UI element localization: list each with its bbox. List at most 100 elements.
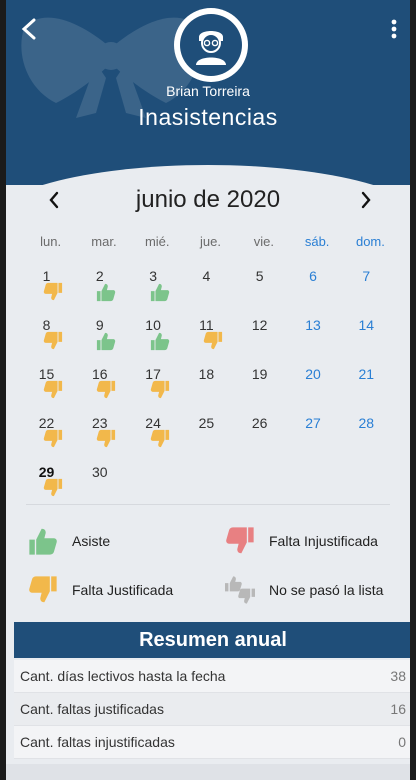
summary-row: Cant. faltas injustificadas 0 — [14, 726, 410, 759]
day-number: 25 — [198, 415, 215, 431]
day-number: 13 — [305, 317, 321, 333]
calendar-day[interactable]: 13 — [290, 313, 343, 362]
calendar-day[interactable]: 17 — [131, 362, 184, 411]
day-number: 20 — [305, 366, 321, 382]
calendar-day[interactable]: 16 — [77, 362, 130, 411]
day-number: 14 — [358, 317, 375, 333]
thumbs-down-icon — [203, 331, 222, 350]
calendar-day[interactable]: 15 — [24, 362, 77, 411]
day-number: 6 — [309, 268, 317, 284]
thumbs-down-icon — [43, 478, 63, 497]
more-vert-icon — [391, 19, 397, 39]
thumbs-down-icon — [97, 380, 116, 399]
month-label: junio de 2020 — [135, 186, 281, 213]
thumbs-up-icon — [97, 332, 116, 351]
calendar-day[interactable]: 30 — [77, 460, 130, 509]
summary-row: Cant. faltas justificadas 16 — [14, 693, 410, 726]
weekday-label: sáb. — [304, 234, 330, 249]
calendar-day[interactable]: 11 — [184, 313, 237, 362]
bottom-strip — [6, 764, 410, 780]
back-button[interactable] — [12, 12, 46, 46]
calendar-day[interactable]: 4 — [184, 264, 237, 313]
calendar-day[interactable]: 18 — [184, 362, 237, 411]
legend: Asiste Falta Injustificada Falta Justifi… — [20, 520, 400, 610]
calendar-grid: 1 2 3 4 5 6 7 8 9 10 11 12 13 14 15 16 17 18 19 20 21 22 23 24 2… — [24, 264, 396, 509]
calendar-day[interactable]: 22 — [24, 411, 77, 460]
calendar-day[interactable]: 27 — [290, 411, 343, 460]
legend-label: Asiste — [72, 533, 111, 549]
app-screen: Brian Torreira Inasistencias junio de 20… — [6, 0, 410, 780]
day-number: 28 — [358, 415, 375, 431]
summary-list: Cant. días lectivos hasta la fecha 38 Ca… — [14, 660, 410, 759]
avatar — [174, 8, 248, 82]
summary-row: Cant. días lectivos hasta la fecha 38 — [14, 660, 410, 693]
thumbs-up-icon — [97, 283, 116, 302]
calendar-day[interactable]: 25 — [184, 411, 237, 460]
day-number: 21 — [358, 366, 375, 382]
next-month-button[interactable] — [354, 186, 378, 214]
thumbs-down-icon — [150, 380, 169, 399]
calendar-day[interactable]: 2 — [77, 264, 130, 313]
summary-title: Resumen anual — [14, 622, 410, 658]
day-number: 7 — [362, 268, 371, 284]
calendar-day[interactable]: 29 — [24, 460, 77, 509]
calendar-day[interactable]: 24 — [131, 411, 184, 460]
calendar-day[interactable]: 19 — [237, 362, 290, 411]
weekday-label: jue. — [200, 234, 222, 249]
calendar-day[interactable]: 5 — [237, 264, 290, 313]
legend-label: Falta Injustificada — [269, 533, 378, 549]
weekday-header: lun. mar. mié. jue. vie. sáb. dom. — [24, 234, 396, 254]
calendar-day[interactable]: 28 — [344, 411, 397, 460]
weekday-label: lun. — [40, 234, 62, 249]
summary-value: 38 — [390, 668, 406, 684]
thumbs-down-icon — [150, 429, 169, 448]
overflow-menu-button[interactable] — [382, 14, 406, 44]
thumbs-up-down-icon — [225, 576, 255, 604]
day-number: 12 — [251, 317, 268, 333]
legend-label: Falta Justificada — [72, 582, 174, 598]
calendar-day[interactable]: 23 — [77, 411, 130, 460]
summary-value: 16 — [390, 701, 406, 717]
weekday-label: mar. — [91, 234, 117, 249]
thumbs-down-icon — [43, 331, 63, 350]
weekday-label: vie. — [253, 234, 274, 249]
thumbs-up-icon — [29, 528, 57, 555]
back-arrow-icon — [21, 18, 36, 40]
month-navigation: junio de 2020 — [20, 182, 396, 218]
thumbs-down-icon — [43, 380, 63, 399]
calendar-day[interactable]: 1 — [24, 264, 77, 313]
chevron-right-icon — [361, 191, 371, 209]
calendar-day[interactable]: 10 — [131, 313, 184, 362]
summary-label: Cant. faltas justificadas — [20, 701, 164, 717]
calendar-day[interactable]: 26 — [237, 411, 290, 460]
calendar-day[interactable]: 7 — [344, 264, 397, 313]
thumbs-up-icon — [150, 283, 169, 302]
thumbs-down-icon — [43, 282, 63, 301]
day-number: 30 — [92, 464, 108, 480]
day-number: 27 — [305, 415, 321, 431]
calendar-day[interactable]: 12 — [237, 313, 290, 362]
calendar-day[interactable]: 8 — [24, 313, 77, 362]
calendar-day[interactable]: 6 — [290, 264, 343, 313]
student-avatar-icon — [196, 31, 226, 65]
thumbs-down-icon — [226, 527, 254, 554]
calendar-day[interactable]: 21 — [344, 362, 397, 411]
thumbs-up-icon — [150, 332, 169, 351]
calendar-day[interactable]: 14 — [344, 313, 397, 362]
calendar-day[interactable]: 20 — [290, 362, 343, 411]
weekday-label: mié. — [144, 234, 170, 249]
legend-asiste: Asiste — [26, 526, 110, 556]
calendar-day[interactable]: 3 — [131, 264, 184, 313]
thumbs-down-icon — [43, 429, 63, 448]
thumbs-down-icon — [29, 576, 57, 603]
header: Brian Torreira Inasistencias — [6, 0, 410, 225]
day-number: 5 — [255, 268, 264, 284]
summary-value: 0 — [398, 734, 406, 750]
summary-label: Cant. días lectivos hasta la fecha — [20, 668, 226, 684]
day-number: 19 — [251, 366, 268, 382]
calendar-day[interactable]: 9 — [77, 313, 130, 362]
legend-falta-injustificada: Falta Injustificada — [223, 526, 378, 556]
legend-label: No se pasó la lista — [269, 582, 384, 598]
summary-label: Cant. faltas injustificadas — [20, 734, 175, 750]
weekday-label: dom. — [355, 234, 385, 249]
